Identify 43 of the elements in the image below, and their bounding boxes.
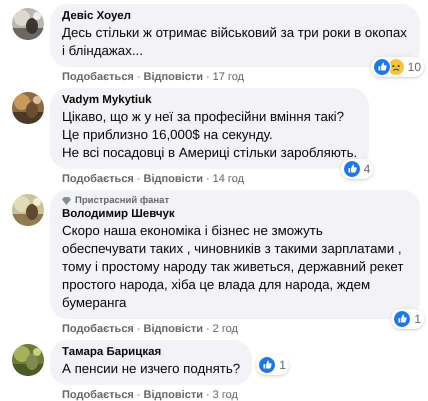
separator-dot: ·	[136, 322, 141, 336]
comment-time[interactable]: 3 год	[212, 388, 238, 401]
separator-dot: ·	[136, 388, 141, 401]
separator-dot: ·	[206, 322, 210, 336]
author-name[interactable]: Девіс Хоуел	[62, 9, 408, 24]
sad-face-icon	[386, 58, 405, 76]
separator-dot: ·	[206, 70, 210, 84]
reply-link[interactable]: Відповісти	[144, 322, 203, 336]
separator-dot: ·	[206, 172, 210, 186]
gem-icon	[62, 197, 71, 205]
reaction-count: 10	[408, 60, 421, 74]
like-link[interactable]: Подобається	[62, 322, 134, 336]
reactions-badge[interactable]: 1	[256, 355, 289, 375]
thumbs-up-icon	[372, 58, 391, 76]
reaction-count: 4	[364, 162, 370, 176]
separator-dot: ·	[206, 388, 210, 401]
reactions-badge[interactable]: 1	[391, 309, 424, 329]
comment-text: А пенсии не изчего поднять?	[62, 360, 240, 378]
reply-link[interactable]: Відповісти	[144, 388, 203, 401]
author-name[interactable]: Vadym Mykytiuk	[62, 93, 358, 108]
like-link[interactable]: Подобається	[62, 172, 134, 186]
comment-text: Цікаво, що ж у неї за професійни вміння такі? Це приблизно 16,000$ на секунду. Не всі посадовці в Америці стільки заробляють.	[62, 108, 358, 162]
like-link[interactable]: Подобається	[62, 70, 134, 84]
author-name[interactable]: Володимир Шевчук	[62, 207, 408, 222]
comment-time[interactable]: 14 год	[212, 172, 244, 186]
fan-label: Пристрасний фанат	[75, 195, 170, 207]
comment-time[interactable]: 2 год	[212, 322, 238, 336]
reactions-badge[interactable]: 4	[340, 159, 374, 179]
thumbs-up-icon	[393, 310, 412, 328]
separator-dot: ·	[136, 172, 141, 186]
like-link[interactable]: Подобається	[62, 388, 134, 401]
author-name[interactable]: Тамара Барицкая	[62, 345, 240, 360]
reply-link[interactable]: Відповісти	[144, 70, 203, 84]
thumbs-up-icon	[258, 356, 276, 374]
reaction-count: 1	[414, 312, 421, 326]
reactions-badge[interactable]: 10	[370, 57, 424, 77]
comment-text: Десь стільки ж отримає військовий за три роки в окопах і бліндажах...	[62, 24, 408, 60]
comment-time[interactable]: 17 год	[212, 70, 244, 84]
thumbs-up-icon	[342, 160, 361, 178]
reaction-count: 1	[279, 358, 286, 372]
separator-dot: ·	[136, 70, 141, 84]
comment-text: Скоро наша економіка і бізнес не зможуть обеспечувати таких , чиновників з такими зарплатами , тому і простому народу так живеться, державний рекет простого народа, хіба це влада для народа, ждем бумеранга	[62, 222, 404, 312]
reply-link[interactable]: Відповісти	[144, 172, 203, 186]
